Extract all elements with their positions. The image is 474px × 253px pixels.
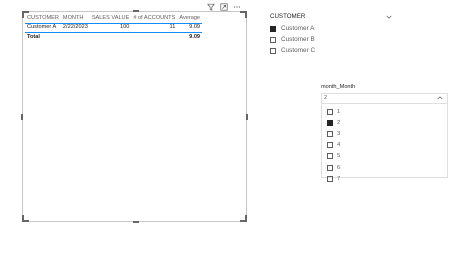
resize-handle-bottom[interactable] xyxy=(133,221,139,223)
table-header-row: CUSTOMER MONTH SALES VALUE # of ACCOUNTS… xyxy=(25,14,202,23)
month-item-label: 3 xyxy=(337,130,341,137)
slicer-item-label: Customer B xyxy=(281,36,315,43)
visual-header xyxy=(207,3,241,11)
table-row[interactable]: Customer A 2/22/2023 100 11 9.09 xyxy=(25,22,203,34)
resize-handle-bottom-left[interactable] xyxy=(22,215,29,222)
checkbox[interactable] xyxy=(327,108,333,115)
month-item-6[interactable]: 6 xyxy=(327,162,447,173)
checkbox[interactable] xyxy=(327,142,333,149)
dropdown-selected-value: 2 xyxy=(324,95,328,101)
month-item-5[interactable]: 5 xyxy=(327,151,447,162)
total-sales-value xyxy=(90,33,132,42)
column-header-accounts[interactable]: # of ACCOUNTS xyxy=(131,14,177,23)
total-label: Total xyxy=(27,33,40,40)
month-item-label: 2 xyxy=(337,119,341,126)
filter-icon[interactable] xyxy=(207,3,215,11)
resize-handle-top[interactable] xyxy=(133,10,139,12)
month-item-label: 6 xyxy=(337,164,341,171)
month-item-label: 5 xyxy=(337,153,341,160)
total-row: Total 9.09 xyxy=(25,33,202,42)
cell-sales-value: 100 xyxy=(89,22,132,34)
column-header-month[interactable]: MONTH xyxy=(61,14,90,23)
month-list: 1 2 3 4 5 6 7 xyxy=(322,104,447,184)
data-table: CUSTOMER MONTH SALES VALUE # of ACCOUNTS… xyxy=(25,14,203,42)
checkbox-checked[interactable] xyxy=(270,25,276,32)
checkbox[interactable] xyxy=(270,36,276,43)
slicer-item-customer-c[interactable]: Customer C xyxy=(270,45,396,56)
total-accounts xyxy=(131,33,177,42)
slicer-item-label: Customer A xyxy=(281,25,315,32)
total-month xyxy=(61,33,90,42)
month-slicer: month_Month 2 1 2 3 4 5 6 7 xyxy=(321,84,448,182)
cell-average: 9.09 xyxy=(177,22,203,34)
month-item-label: 1 xyxy=(337,108,341,115)
chevron-down-icon[interactable] xyxy=(386,15,392,19)
checkbox[interactable] xyxy=(270,47,276,54)
table-visual[interactable]: CUSTOMER MONTH SALES VALUE # of ACCOUNTS… xyxy=(21,3,248,223)
column-header-sales-value[interactable]: SALES VALUE xyxy=(90,14,132,23)
slicer-item-label: Customer C xyxy=(281,47,316,54)
month-dropdown: 2 1 2 3 4 5 6 7 xyxy=(321,93,448,182)
checkbox-checked[interactable] xyxy=(327,119,333,126)
month-item-7[interactable]: 7 xyxy=(327,173,447,184)
resize-handle-left[interactable] xyxy=(21,114,23,120)
month-slicer-title: month_Month xyxy=(321,84,356,90)
resize-handle-right[interactable] xyxy=(246,114,248,120)
cell-month: 2/22/2023 xyxy=(60,22,90,34)
month-dropdown-header[interactable]: 2 xyxy=(322,94,447,104)
chevron-up-icon[interactable] xyxy=(437,96,443,100)
more-options-icon[interactable] xyxy=(233,3,241,11)
month-item-2[interactable]: 2 xyxy=(327,117,447,128)
checkbox[interactable] xyxy=(327,153,333,160)
focus-mode-icon[interactable] xyxy=(220,3,228,11)
month-item-1[interactable]: 1 xyxy=(327,106,447,117)
column-header-average[interactable]: Average xyxy=(177,14,202,23)
checkbox[interactable] xyxy=(327,175,333,182)
month-item-3[interactable]: 3 xyxy=(327,128,447,139)
cell-accounts: 11 xyxy=(131,22,178,34)
total-average: 9.09 xyxy=(189,33,201,40)
resize-handle-bottom-right[interactable] xyxy=(240,215,247,222)
customer-slicer-title: CUSTOMER xyxy=(270,13,306,20)
month-item-4[interactable]: 4 xyxy=(327,140,447,151)
column-header-customer[interactable]: CUSTOMER xyxy=(25,14,61,23)
month-item-label: 4 xyxy=(337,142,341,149)
slicer-item-customer-a[interactable]: Customer A xyxy=(270,23,396,34)
checkbox[interactable] xyxy=(327,130,333,137)
checkbox[interactable] xyxy=(327,164,333,171)
cell-customer: Customer A xyxy=(25,22,61,34)
slicer-item-customer-b[interactable]: Customer B xyxy=(270,34,396,45)
month-item-label: 7 xyxy=(337,175,341,182)
customer-slicer: CUSTOMER Customer A Customer B Customer … xyxy=(270,13,396,56)
resize-handle-top-right[interactable] xyxy=(240,11,247,18)
